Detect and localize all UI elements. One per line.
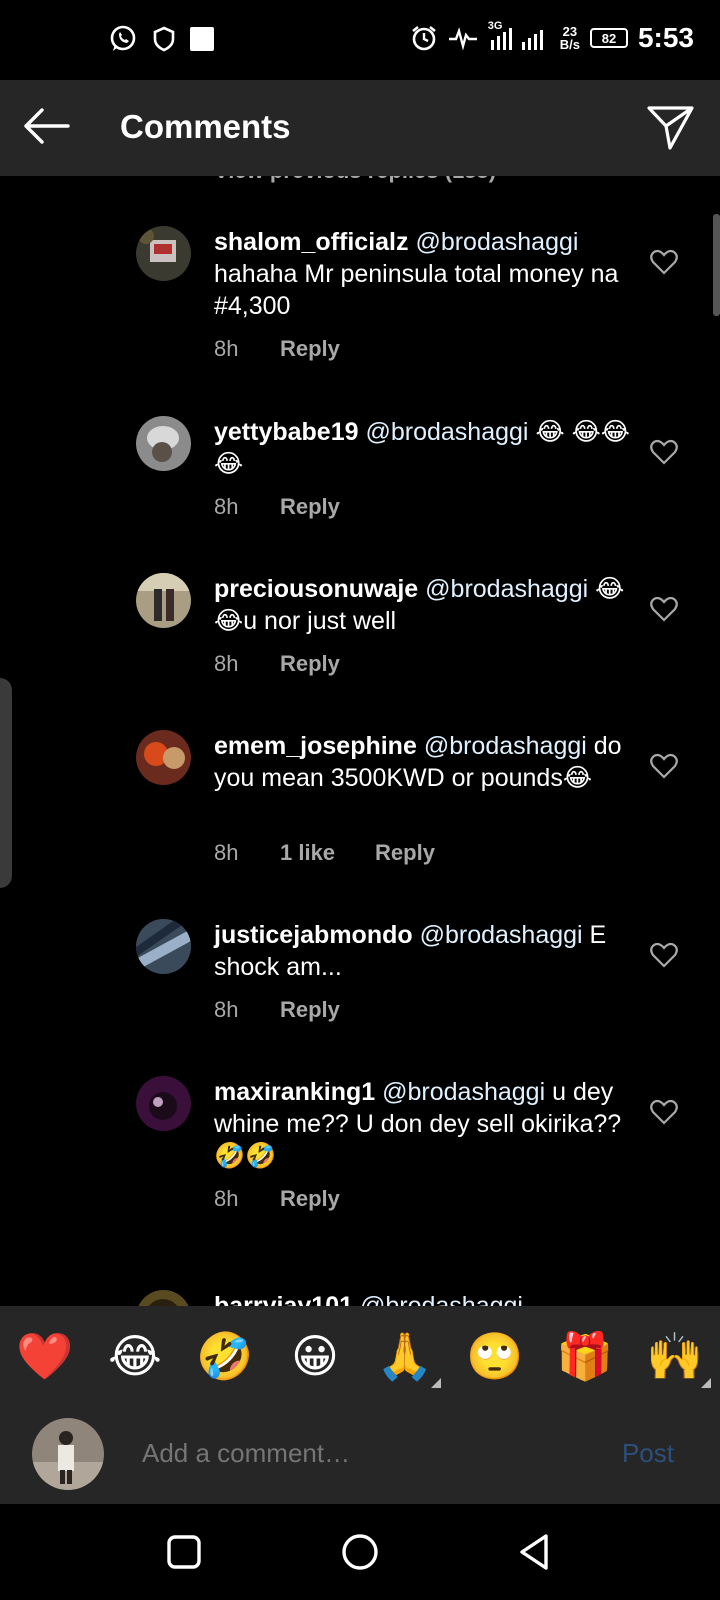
comment-text: justicejabmondo @brodashaggi E shock am.… (214, 919, 634, 983)
comment-composer: Post (0, 1404, 720, 1504)
post-button[interactable]: Post (622, 1438, 674, 1469)
comment-mention[interactable]: @brodashaggi (415, 228, 578, 256)
emoji-grinning[interactable]: 😀 (285, 1326, 345, 1386)
home-circle-icon[interactable] (338, 1530, 382, 1574)
system-navigation-bar (0, 1504, 720, 1600)
comment-time: 8h (214, 840, 239, 865)
avatar[interactable] (136, 919, 191, 974)
comment-message: hahaha Mr peninsula total money na #4,30… (214, 260, 619, 320)
comment-text: emem_josephine @brodashaggi do you mean … (214, 730, 634, 794)
back-arrow-icon[interactable] (22, 106, 72, 146)
shield-icon (153, 26, 175, 52)
comment-meta: 8h Reply (214, 494, 340, 520)
reply-button[interactable]: Reply (280, 494, 340, 520)
comment-username[interactable]: maxiranking1 (214, 1078, 375, 1106)
activity-icon (448, 27, 477, 50)
clock: 5:53 (637, 22, 694, 53)
emoji-heart[interactable]: ❤️ (15, 1326, 75, 1386)
signal-strength-icon (490, 28, 543, 50)
view-previous-replies[interactable]: View previous replies (133) (214, 176, 496, 184)
comment-time: 8h (214, 1186, 239, 1211)
scrollbar[interactable] (713, 214, 720, 316)
avatar[interactable] (136, 1290, 191, 1306)
avatar[interactable] (136, 226, 191, 281)
net-speed: 23 B/s (559, 24, 580, 52)
reply-button[interactable]: Reply (280, 651, 340, 677)
notification-icons (108, 24, 214, 54)
emoji-gift[interactable]: 🎁 (555, 1326, 615, 1386)
alarm-icon (411, 25, 436, 51)
comment-meta: 8h Reply (214, 997, 340, 1023)
avatar (32, 1418, 104, 1490)
signal-icons: 3G (488, 20, 550, 52)
comment-username[interactable]: emem_josephine (214, 732, 417, 760)
comment-username[interactable]: preciousonuwaje (214, 575, 418, 603)
like-heart-icon[interactable] (650, 439, 678, 465)
comment-username[interactable]: justicejabmondo (214, 921, 413, 949)
back-triangle-icon[interactable] (514, 1530, 558, 1574)
reply-button[interactable]: Reply (280, 1186, 340, 1212)
skin-tone-indicator (431, 1378, 441, 1388)
direct-message-icon[interactable] (646, 102, 696, 152)
battery-icon: 82 (589, 28, 628, 48)
quick-emoji-bar: ❤️ 😂 🤣 😀 🙏 🙄 🎁 🙌 (0, 1306, 720, 1404)
comment-text: barryjay101 @brodashaggi (214, 1290, 634, 1306)
square-icon (190, 27, 214, 51)
comment-mention[interactable]: @brodashaggi (425, 575, 588, 603)
like-heart-icon[interactable] (650, 942, 678, 968)
avatar[interactable] (136, 573, 191, 628)
like-heart-icon[interactable] (650, 753, 678, 779)
reply-button[interactable]: Reply (280, 336, 340, 362)
comment-text: maxiranking1 @brodashaggi u dey whine me… (214, 1076, 634, 1172)
comment-input[interactable] (142, 1438, 582, 1469)
comment-mention[interactable]: @brodashaggi (365, 418, 528, 446)
comment-list[interactable]: View previous replies (133) shalom_offic… (0, 176, 720, 1306)
comment-time: 8h (214, 336, 239, 361)
emoji-rolling-laughing[interactable]: 🤣 (195, 1326, 255, 1386)
comment-time: 8h (214, 997, 239, 1022)
comment-mention[interactable]: @brodashaggi (420, 921, 583, 949)
comment-text: yettybabe19 @brodashaggi 😂 😂😂😂 (214, 416, 634, 480)
comment-meta: 8h 1 like Reply (214, 840, 435, 866)
comment-text: shalom_officialz @brodashaggi hahaha Mr … (214, 226, 634, 322)
recents-square-icon[interactable] (162, 1530, 206, 1574)
page-title: Comments (120, 108, 291, 145)
whatsapp-icon (110, 25, 136, 51)
avatar[interactable] (136, 730, 191, 785)
comment-mention[interactable]: @brodashaggi (424, 732, 587, 760)
like-heart-icon[interactable] (650, 596, 678, 622)
comment-meta: 8h Reply (214, 336, 340, 362)
emoji-pray[interactable]: 🙏 (375, 1326, 441, 1388)
emoji-eye-roll[interactable]: 🙄 (465, 1326, 525, 1386)
emoji-tears-of-joy[interactable]: 😂 (105, 1326, 165, 1386)
edge-panel-handle[interactable] (0, 678, 12, 888)
comment-time: 8h (214, 651, 239, 676)
comment-username[interactable]: yettybabe19 (214, 418, 359, 446)
reply-button[interactable]: Reply (375, 840, 435, 866)
system-icons: 3G 23 B/s 82 5:53 (410, 20, 694, 54)
comment-mention[interactable]: @brodashaggi (360, 1292, 523, 1306)
reply-button[interactable]: Reply (280, 997, 340, 1023)
comment-mention[interactable]: @brodashaggi (382, 1078, 545, 1106)
top-app-bar: Comments (0, 80, 720, 176)
status-bar: 3G 23 B/s 82 5:53 (0, 0, 720, 80)
comment-username[interactable]: shalom_officialz (214, 228, 409, 256)
comment-text: preciousonuwaje @brodashaggi 😂😂u nor jus… (214, 573, 634, 637)
comment-meta: 8h Reply (214, 1186, 340, 1212)
comment-meta: 8h Reply (214, 651, 340, 677)
emoji-raised-hands[interactable]: 🙌 (645, 1326, 711, 1388)
avatar[interactable] (136, 416, 191, 471)
like-heart-icon[interactable] (650, 1099, 678, 1125)
avatar[interactable] (136, 1076, 191, 1131)
likes-count[interactable]: 1 like (280, 840, 335, 866)
comment-time: 8h (214, 494, 239, 519)
comment-username[interactable]: barryjay101 (214, 1292, 353, 1306)
like-heart-icon[interactable] (650, 249, 678, 275)
skin-tone-indicator (701, 1378, 711, 1388)
